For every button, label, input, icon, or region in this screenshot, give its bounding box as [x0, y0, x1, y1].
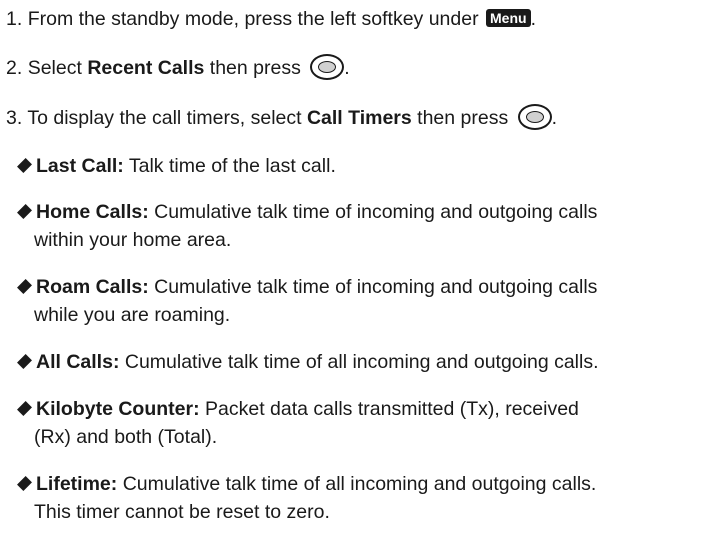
step-end: .: [344, 57, 350, 79]
bullet-lifetime: Lifetime: Cumulative talk time of all in…: [17, 470, 597, 498]
step-3: 3. To display the call timers, select Ca…: [6, 104, 557, 132]
bullet-roam-calls: Roam Calls: Cumulative talk time of inco…: [17, 273, 598, 301]
ok-key-icon: [310, 54, 345, 80]
manual-page: 1. From the standby mode, press the left…: [0, 0, 704, 544]
step-number: 2.: [6, 57, 23, 79]
step-text: Select: [27, 57, 88, 79]
bullet-term: Home Calls:: [36, 201, 149, 223]
bullet-diamond-icon: [17, 279, 32, 295]
step-end: .: [530, 8, 536, 30]
bullet-term: Lifetime:: [36, 473, 118, 495]
bullet-text: (Rx) and both (Total).: [34, 426, 218, 448]
bullet-text: This timer cannot be reset to zero.: [34, 501, 330, 523]
step-text: then press: [411, 107, 514, 129]
bullet-lifetime-cont: This timer cannot be reset to zero.: [34, 498, 330, 526]
bullet-diamond-icon: [17, 476, 32, 492]
bullet-text: while you are roaming.: [34, 304, 231, 326]
step-end: .: [551, 107, 558, 129]
step-bold-text: Call Timers: [306, 107, 412, 129]
bullet-home-calls-cont: within your home area.: [34, 226, 231, 254]
bullet-text: Packet data calls transmitted (Tx), rece…: [205, 398, 579, 420]
bullet-home-calls: Home Calls: Cumulative talk time of inco…: [17, 198, 598, 226]
menu-softkey-icon: Menu: [486, 9, 531, 27]
bullet-text: within your home area.: [34, 229, 232, 251]
step-text: then press: [204, 57, 307, 79]
bullet-term: Roam Calls:: [36, 276, 149, 298]
bullet-diamond-icon: [17, 158, 32, 174]
step-number: 1.: [6, 8, 23, 30]
bullet-text: Talk time of the last call.: [128, 155, 336, 177]
bullet-term: Last Call:: [36, 155, 124, 177]
step-1: 1. From the standby mode, press the left…: [6, 5, 536, 33]
ok-key-icon: [517, 104, 552, 130]
bullet-roam-calls-cont: while you are roaming.: [34, 301, 230, 329]
bullet-diamond-icon: [17, 354, 32, 370]
bullet-text: Cumulative talk time of all incoming and…: [124, 351, 599, 373]
bullet-text: Cumulative talk time of all incoming and…: [122, 473, 597, 495]
bullet-all-calls: All Calls: Cumulative talk time of all i…: [17, 348, 599, 376]
bullet-term: Kilobyte Counter:: [36, 398, 200, 420]
bullet-text: Cumulative talk time of incoming and out…: [154, 201, 598, 223]
bullet-kilobyte-counter-cont: (Rx) and both (Total).: [34, 423, 217, 451]
step-text: To display the call timers, select: [27, 107, 307, 129]
step-number: 3.: [6, 107, 23, 129]
bullet-diamond-icon: [17, 204, 32, 220]
step-text: From the standby mode, press the left so…: [27, 8, 484, 30]
bullet-diamond-icon: [17, 401, 32, 417]
bullet-kilobyte-counter: Kilobyte Counter: Packet data calls tran…: [17, 395, 579, 423]
step-2: 2. Select Recent Calls then press .: [6, 54, 350, 82]
bullet-text: Cumulative talk time of incoming and out…: [154, 276, 598, 298]
bullet-last-call: Last Call: Talk time of the last call.: [17, 152, 336, 180]
step-bold-text: Recent Calls: [87, 57, 205, 79]
bullet-term: All Calls:: [36, 351, 120, 373]
